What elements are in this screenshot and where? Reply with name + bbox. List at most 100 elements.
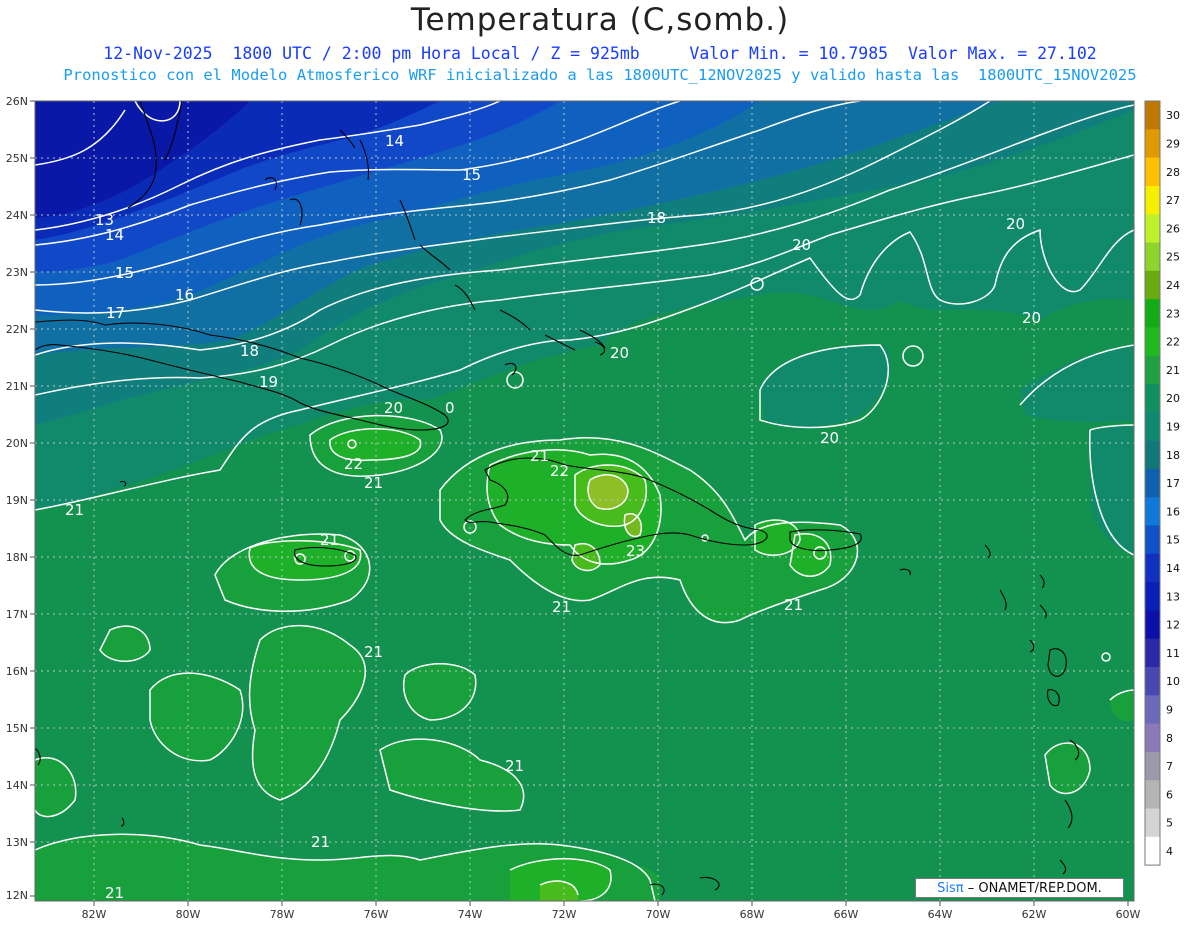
lat-label: 16N [6, 665, 28, 678]
colorbar-label: 27 [1166, 194, 1180, 207]
sispi-logo-text: Sisπ [937, 881, 964, 896]
colorbar-label: 24 [1166, 279, 1180, 292]
contour-label: 20 [792, 236, 811, 254]
colorbar-label: 16 [1166, 505, 1180, 518]
colorbar-swatch [1145, 129, 1160, 159]
credit-box: Sisπ – ONAMET/REP.DOM. [915, 878, 1124, 898]
colorbar-swatch [1145, 780, 1160, 809]
lon-label: 68W [740, 908, 765, 921]
colorbar-swatch [1145, 157, 1160, 187]
contour-label: 21 [552, 598, 571, 616]
colorbar-swatch [1145, 723, 1160, 753]
lat-label: 25N [6, 152, 28, 165]
contour-label: 14 [385, 132, 404, 150]
colorbar-label: 7 [1166, 760, 1173, 773]
colorbar-swatch [1145, 440, 1160, 470]
contour-label: 17 [106, 304, 125, 322]
lat-label: 13N [6, 836, 28, 849]
contour-label: 21 [364, 643, 383, 661]
contour-label: 0 [445, 399, 455, 417]
lon-label: 74W [458, 908, 483, 921]
lon-label: 76W [364, 908, 389, 921]
lat-label: 21N [6, 380, 28, 393]
contour-label: 21 [311, 833, 330, 851]
colorbar-label: 19 [1166, 420, 1180, 433]
lat-label: 26N [6, 95, 28, 108]
colorbar-swatch [1145, 553, 1160, 583]
colorbar-swatch [1145, 185, 1160, 215]
lat-label: 19N [6, 494, 28, 507]
colorbar-label: 10 [1166, 675, 1180, 688]
contour-label: 20 [610, 344, 629, 362]
colorbar-swatch [1145, 299, 1160, 328]
lon-label: 64W [928, 908, 953, 921]
lat-label: 23N [6, 266, 28, 279]
lon-label: 66W [834, 908, 859, 921]
colorbar-label: 13 [1166, 590, 1180, 603]
lat-label: 15N [6, 722, 28, 735]
temperature-map: 13 14 14 15 15 16 17 18 18 19 20 20 20 2… [6, 95, 1180, 921]
colorbar-label: 26 [1166, 222, 1180, 235]
colorbar-label: 8 [1166, 732, 1173, 745]
contour-label: 15 [115, 264, 134, 282]
lat-label: 18N [6, 551, 28, 564]
contour-label: 14 [105, 226, 124, 244]
colorbar-swatch [1145, 242, 1160, 272]
contour-label: 21 [530, 447, 549, 465]
colorbar-label: 21 [1166, 364, 1180, 377]
colorbar-label: 4 [1166, 845, 1173, 858]
colorbar-swatch [1145, 355, 1160, 385]
lon-label: 70W [646, 908, 671, 921]
lat-label: 17N [6, 608, 28, 621]
contour-label: 21 [364, 474, 383, 492]
colorbar-label: 25 [1166, 251, 1180, 264]
lat-label: 12N [6, 889, 28, 902]
colorbar-swatch [1145, 101, 1160, 130]
colorbar-label: 11 [1166, 647, 1180, 660]
contour-label: 22 [550, 462, 569, 480]
contour-label: 23 [626, 542, 645, 560]
contour-label: 20 [820, 429, 839, 447]
colorbar-label: 5 [1166, 817, 1173, 830]
colorbar-swatch [1145, 582, 1160, 611]
contour-label: 21 [784, 596, 803, 614]
colorbar-label: 29 [1166, 138, 1180, 151]
contour-label: 21 [320, 531, 339, 549]
lon-label: 60W [1116, 908, 1141, 921]
contour-label: 20 [1022, 309, 1041, 327]
lon-label: 62W [1022, 908, 1047, 921]
contour-label: 19 [259, 373, 278, 391]
contour-label: 21 [65, 501, 84, 519]
contour-label: 18 [647, 209, 666, 227]
colorbar-swatch [1145, 808, 1160, 838]
colorbar-swatch [1145, 214, 1160, 243]
colorbar-swatch [1145, 327, 1160, 357]
credit-org: – ONAMET/REP.DOM. [967, 881, 1102, 896]
colorbar-label: 20 [1166, 392, 1180, 405]
colorbar-label: 14 [1166, 562, 1180, 575]
colorbar-swatch [1145, 270, 1160, 300]
contour-label: 21 [105, 884, 124, 902]
lon-label: 78W [270, 908, 295, 921]
colorbar-swatch [1145, 412, 1160, 442]
latitude-labels: 26N 25N 24N 23N 22N 21N 20N 19N 18N 17N … [6, 95, 28, 902]
colorbar-label: 15 [1166, 534, 1180, 547]
colorbar-swatch [1145, 638, 1160, 668]
colorbar-swatch [1145, 468, 1160, 498]
contour-label: 22 [344, 455, 363, 473]
colorbar-swatch [1145, 525, 1160, 555]
colorbar-label: 6 [1166, 788, 1173, 801]
colorbar-label: 28 [1166, 166, 1180, 179]
plot-area: 13 14 14 15 15 16 17 18 18 19 20 20 20 2… [35, 101, 1134, 902]
colorbar-label: 12 [1166, 619, 1180, 632]
colorbar-swatch [1145, 695, 1160, 725]
contour-label: 21 [505, 757, 524, 775]
colorbar-label: 17 [1166, 477, 1180, 490]
colorbar-label: 18 [1166, 449, 1180, 462]
lon-label: 82W [82, 908, 107, 921]
contour-label: 20 [384, 399, 403, 417]
lat-label: 14N [6, 779, 28, 792]
colorbar: 30 29 28 27 26 25 24 23 22 21 20 19 18 17 16 15 14 13 12 11… [1144, 100, 1180, 866]
lon-label: 80W [176, 908, 201, 921]
colorbar-swatch [1145, 836, 1160, 866]
